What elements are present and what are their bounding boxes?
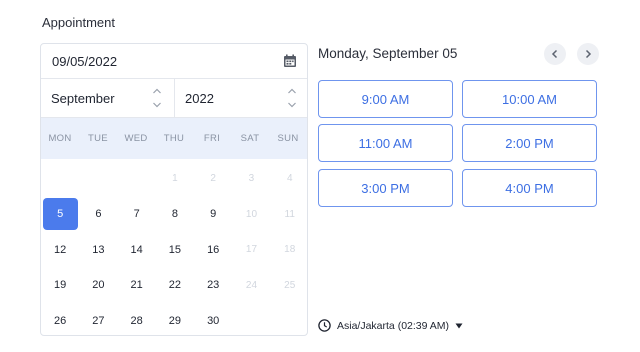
- calendar-day[interactable]: 30: [194, 303, 232, 335]
- month-select[interactable]: September: [41, 79, 175, 118]
- calendar-day: 17: [245, 244, 258, 256]
- calendar-day[interactable]: 27: [79, 303, 117, 335]
- year-select[interactable]: 2022: [175, 79, 307, 118]
- weekday-label: SAT: [240, 133, 260, 144]
- section-title: Appointment: [42, 15, 115, 30]
- up-down-chevron-icon[interactable]: [152, 87, 162, 109]
- calendar-day: 24: [245, 279, 258, 291]
- month-year-selectors: September 2022: [41, 79, 307, 118]
- calendar-day-empty: [118, 161, 156, 197]
- calendar-day: 3: [248, 173, 255, 185]
- calendar-day-empty: [232, 303, 270, 335]
- weekday-label: SUN: [277, 133, 299, 144]
- time-slot-button[interactable]: 11:00 AM: [318, 124, 453, 162]
- time-slot-button[interactable]: 2:00 PM: [462, 124, 597, 162]
- clock-icon: [318, 319, 331, 332]
- calendar-day[interactable]: 20: [79, 268, 117, 304]
- date-picker: 09/05/2022 September 2022 MON TUE WED TH…: [40, 43, 308, 336]
- timezone-selector[interactable]: Asia/Jakarta (02:39 AM): [318, 319, 463, 332]
- calendar-week-row: 12 13 14 15 16 17 18: [41, 232, 307, 268]
- calendar-day: 18: [284, 244, 296, 256]
- weekday-label: FRI: [203, 133, 221, 144]
- month-select-value: September: [51, 91, 115, 106]
- calendar-day[interactable]: 8: [156, 197, 194, 233]
- calendar-day: 4: [286, 173, 293, 185]
- weekday-label: MON: [48, 133, 72, 144]
- calendar-icon[interactable]: [283, 54, 297, 68]
- next-day-button[interactable]: [577, 43, 599, 65]
- calendar-day[interactable]: 28: [118, 303, 156, 335]
- calendar-day-selected[interactable]: 5: [41, 197, 79, 233]
- previous-day-button[interactable]: [544, 43, 566, 65]
- caret-down-icon: [455, 323, 463, 328]
- calendar-day-number: 5: [42, 198, 78, 231]
- calendar-day[interactable]: 29: [156, 303, 194, 335]
- calendar-day[interactable]: 22: [156, 268, 194, 304]
- calendar-day: 25: [284, 279, 296, 291]
- calendar-week-row: 26 27 28 29 30: [41, 303, 307, 335]
- calendar-day[interactable]: 26: [41, 303, 79, 335]
- calendar-day[interactable]: 15: [156, 232, 194, 268]
- chevron-right-icon: [585, 49, 592, 59]
- weekday-label: THU: [163, 133, 185, 144]
- chevron-left-icon: [551, 49, 558, 59]
- calendar-day[interactable]: 19: [41, 268, 79, 304]
- year-select-value: 2022: [185, 91, 214, 106]
- time-slot-button[interactable]: 10:00 AM: [462, 80, 597, 118]
- up-down-chevron-icon[interactable]: [287, 87, 297, 109]
- date-field[interactable]: 09/05/2022: [41, 44, 307, 79]
- calendar-day: 2: [210, 173, 216, 185]
- calendar-day-empty: [41, 161, 79, 197]
- calendar-week-row: 5 6 7 8 9 10 11: [41, 197, 307, 233]
- calendar-day[interactable]: 7: [118, 197, 156, 233]
- calendar-day[interactable]: 21: [118, 268, 156, 304]
- calendar-week-row: 19 20 21 22 23 24 25: [41, 268, 307, 304]
- calendar-day: 11: [284, 208, 295, 220]
- calendar-day[interactable]: 13: [79, 232, 117, 268]
- time-slot-button[interactable]: 3:00 PM: [318, 169, 453, 207]
- calendar-day: 1: [172, 173, 178, 185]
- calendar-day: 10: [245, 208, 258, 220]
- selected-date-heading: Monday, September 05: [318, 46, 458, 61]
- weekday-label: TUE: [88, 133, 108, 144]
- timezone-label: Asia/Jakarta (02:39 AM): [337, 319, 450, 332]
- calendar-day-empty: [79, 161, 117, 197]
- calendar-day[interactable]: 12: [41, 232, 79, 268]
- calendar-day[interactable]: 9: [194, 197, 232, 233]
- calendar-day[interactable]: 14: [118, 232, 156, 268]
- weekday-header: MON TUE WED THU FRI SAT SUN: [41, 118, 307, 159]
- weekday-label: WED: [124, 133, 148, 144]
- calendar-week-row: 1 2 3 4: [41, 161, 307, 197]
- date-input-value[interactable]: 09/05/2022: [52, 54, 117, 69]
- calendar-day-empty: [271, 303, 307, 335]
- time-slot-button[interactable]: 9:00 AM: [318, 80, 453, 118]
- day-grid: 1 2 3 4 5 6 7 8 9 10 11 12 13 14 15 16 17 18 19 20 21 22 23 24 2…: [41, 161, 307, 335]
- calendar-day[interactable]: 23: [194, 268, 232, 304]
- calendar-day[interactable]: 6: [79, 197, 117, 233]
- time-slot-button[interactable]: 4:00 PM: [462, 169, 597, 207]
- calendar-day[interactable]: 16: [194, 232, 232, 268]
